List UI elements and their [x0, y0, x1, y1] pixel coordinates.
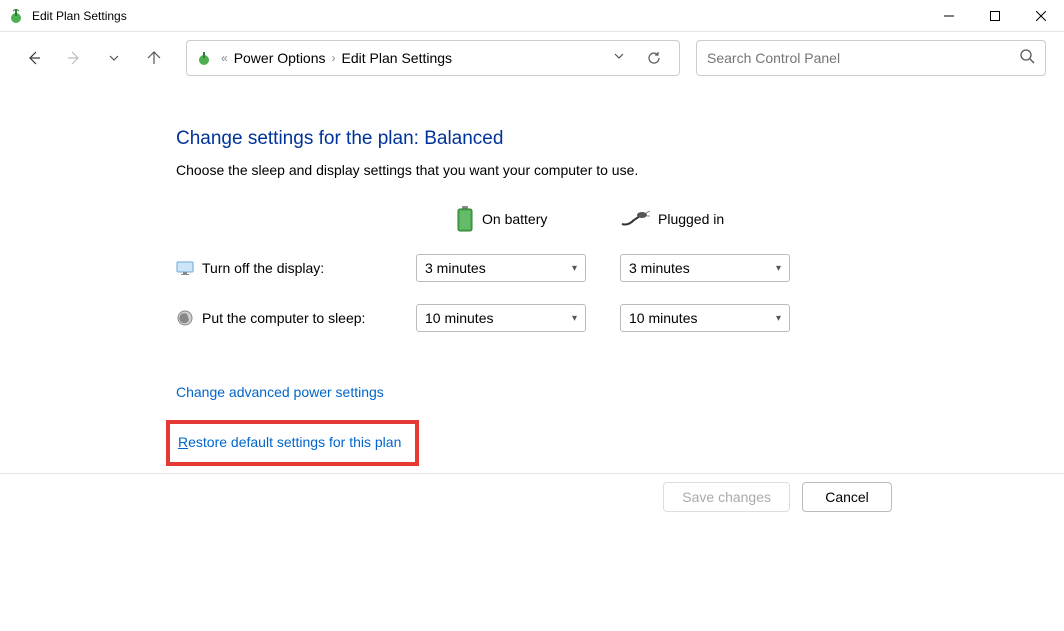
- column-header-battery: On battery: [416, 206, 596, 232]
- plugged-label: Plugged in: [658, 211, 724, 227]
- breadcrumb-overflow-icon[interactable]: «: [221, 51, 228, 65]
- navigation-bar: « Power Options › Edit Plan Settings: [0, 32, 1064, 84]
- search-input[interactable]: [707, 50, 1019, 66]
- arrow-left-icon: [26, 50, 42, 66]
- battery-label: On battery: [482, 211, 547, 227]
- page-subtitle: Choose the sleep and display settings th…: [176, 162, 1044, 178]
- display-row-label: Turn off the display:: [176, 259, 416, 277]
- forward-button[interactable]: [58, 42, 90, 74]
- recent-locations-button[interactable]: [98, 42, 130, 74]
- sleep-battery-select[interactable]: 10 minutes ▾: [416, 304, 586, 332]
- maximize-button[interactable]: [972, 0, 1018, 32]
- sleep-row-label: Put the computer to sleep:: [176, 309, 416, 327]
- footer-bar: Save changes Cancel: [0, 473, 1064, 519]
- app-icon: [8, 8, 24, 24]
- close-button[interactable]: [1018, 0, 1064, 32]
- minimize-icon: [944, 11, 954, 21]
- highlight-annotation: Restore default settings for this plan: [166, 420, 419, 466]
- links-section: Change advanced power settings Restore d…: [176, 384, 1044, 466]
- refresh-button[interactable]: [635, 40, 671, 76]
- display-plugged-select[interactable]: 3 minutes ▾: [620, 254, 790, 282]
- chevron-down-icon: ▾: [776, 263, 781, 274]
- power-options-icon: [195, 49, 213, 67]
- refresh-icon: [646, 50, 662, 66]
- maximize-icon: [990, 11, 1000, 21]
- address-dropdown-button[interactable]: [607, 49, 631, 67]
- chevron-down-icon: [613, 50, 625, 62]
- sleep-icon: [176, 309, 194, 327]
- cancel-button[interactable]: Cancel: [802, 482, 892, 512]
- restore-defaults-link[interactable]: Restore default settings for this plan: [178, 434, 401, 450]
- search-box[interactable]: [696, 40, 1046, 76]
- display-label: Turn off the display:: [202, 260, 324, 276]
- breadcrumb-edit-plan[interactable]: Edit Plan Settings: [338, 48, 457, 68]
- arrow-up-icon: [146, 50, 162, 66]
- select-value: 3 minutes: [425, 260, 486, 276]
- settings-grid: On battery Plugged in Turn off the displ…: [176, 206, 1044, 332]
- plug-icon: [620, 210, 650, 228]
- sleep-label: Put the computer to sleep:: [202, 310, 365, 326]
- battery-icon: [456, 206, 474, 232]
- select-value: 3 minutes: [629, 260, 690, 276]
- breadcrumb-power-options[interactable]: Power Options: [230, 48, 330, 68]
- save-button[interactable]: Save changes: [663, 482, 790, 512]
- arrow-right-icon: [66, 50, 82, 66]
- select-value: 10 minutes: [629, 310, 697, 326]
- display-battery-select[interactable]: 3 minutes ▾: [416, 254, 586, 282]
- search-button[interactable]: [1019, 48, 1035, 69]
- restore-label-rest: estore default settings for this plan: [188, 434, 401, 450]
- display-icon: [176, 259, 194, 277]
- title-bar: Edit Plan Settings: [0, 0, 1064, 32]
- restore-accelerator: R: [178, 434, 188, 450]
- window-title: Edit Plan Settings: [32, 9, 926, 23]
- chevron-right-icon[interactable]: ›: [332, 51, 336, 65]
- back-button[interactable]: [18, 42, 50, 74]
- up-button[interactable]: [138, 42, 170, 74]
- close-icon: [1036, 11, 1046, 21]
- search-icon: [1019, 48, 1035, 64]
- page-title: Change settings for the plan: Balanced: [176, 128, 1044, 150]
- select-value: 10 minutes: [425, 310, 493, 326]
- chevron-down-icon: [108, 52, 120, 64]
- column-header-plugged: Plugged in: [620, 210, 800, 228]
- window-controls: [926, 0, 1064, 32]
- chevron-down-icon: ▾: [572, 313, 577, 324]
- content-area: Change settings for the plan: Balanced C…: [0, 84, 1064, 486]
- chevron-down-icon: ▾: [572, 263, 577, 274]
- sleep-plugged-select[interactable]: 10 minutes ▾: [620, 304, 790, 332]
- chevron-down-icon: ▾: [776, 313, 781, 324]
- advanced-settings-link[interactable]: Change advanced power settings: [176, 384, 384, 400]
- minimize-button[interactable]: [926, 0, 972, 32]
- address-bar[interactable]: « Power Options › Edit Plan Settings: [186, 40, 680, 76]
